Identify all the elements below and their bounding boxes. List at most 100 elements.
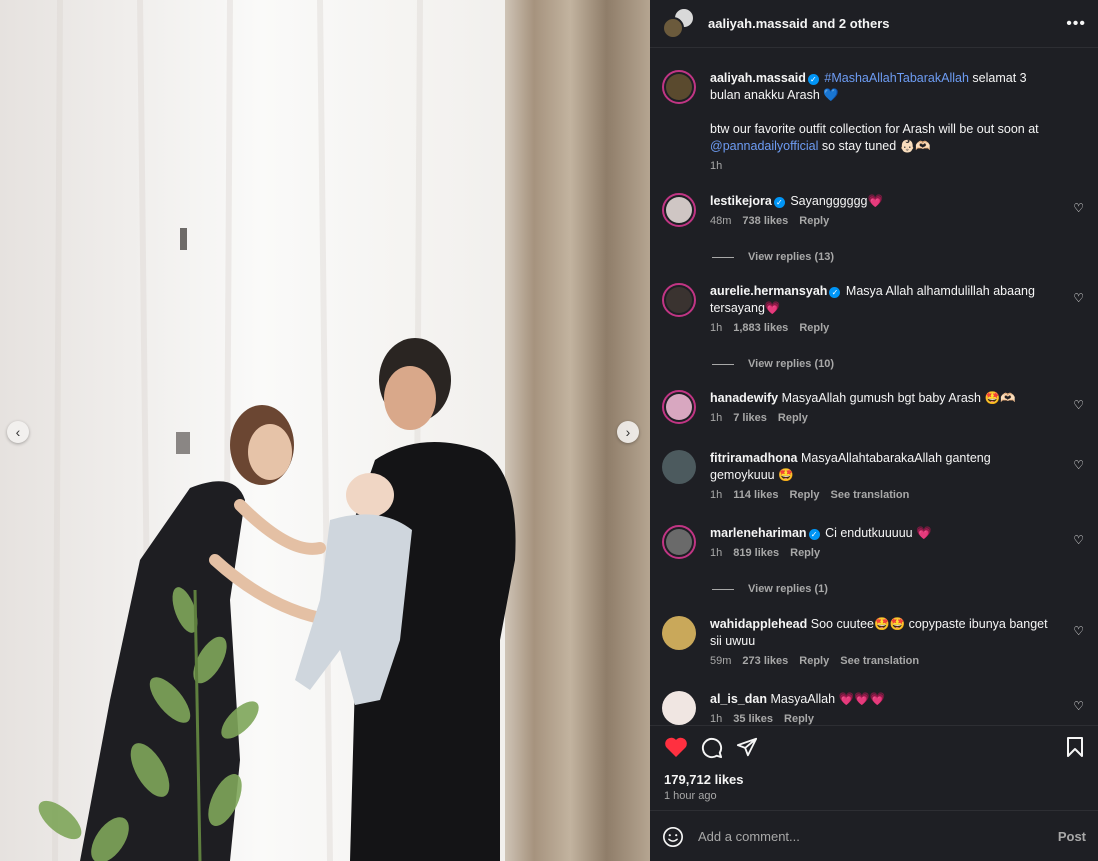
comment-time: 59m xyxy=(710,655,732,667)
comment-time: 1h xyxy=(710,547,723,559)
reply-button[interactable]: Reply xyxy=(799,655,829,667)
comment-item: lestikejora ✓ Sayangggggg💗 48m 738 likes Re… xyxy=(662,193,1086,227)
comment-likes[interactable]: 819 likes xyxy=(733,547,779,559)
see-translation-button[interactable]: See translation xyxy=(831,489,910,501)
avatar[interactable] xyxy=(662,616,696,650)
comment-item: hanadewify MasyaAllah gumush bgt baby Ar… xyxy=(662,390,1086,424)
avatar[interactable] xyxy=(662,525,696,559)
comment-item: wahidapplehead Soo cuutee🤩🤩 copypaste ib… xyxy=(662,616,1086,667)
caption-text-2: btw our favorite outfit collection for A… xyxy=(710,121,1048,155)
comment-time: 1h xyxy=(710,412,723,424)
heart-outline-icon[interactable]: ♡ xyxy=(1073,699,1084,713)
heart-filled-icon[interactable] xyxy=(664,736,688,758)
comment-likes[interactable]: 114 likes xyxy=(733,489,778,501)
post-comment-button[interactable]: Post xyxy=(1058,829,1086,844)
heart-outline-icon[interactable]: ♡ xyxy=(1073,624,1084,638)
see-translation-button[interactable]: See translation xyxy=(840,655,919,667)
post-time: 1 hour ago xyxy=(664,790,717,802)
heart-outline-icon[interactable]: ♡ xyxy=(1073,201,1084,215)
comment-likes[interactable]: 738 likes xyxy=(742,215,788,227)
family-photo-illustration xyxy=(0,0,650,861)
heart-outline-icon[interactable]: ♡ xyxy=(1073,398,1084,412)
comment-text: Sayangggggg💗 xyxy=(790,194,884,208)
bookmark-icon[interactable] xyxy=(1066,736,1084,758)
heart-outline-icon[interactable]: ♡ xyxy=(1073,291,1084,305)
comment-item: marlenehariman ✓ Ci endutkuuuuu 💗 1h 819 l… xyxy=(662,525,1086,559)
comment-likes[interactable]: 1,883 likes xyxy=(733,322,788,334)
hashtag-link[interactable]: #MashaAllahTabarakAllah xyxy=(824,71,969,85)
caption: aaliyah.massaid ✓ #MashaAllahTabarakAllah… xyxy=(662,70,1086,172)
reply-button[interactable]: Reply xyxy=(790,489,820,501)
post-author[interactable]: aaliyah.massaid xyxy=(708,16,808,31)
verified-badge-icon: ✓ xyxy=(829,287,841,298)
heart-outline-icon[interactable]: ♡ xyxy=(1073,458,1084,472)
avatar[interactable] xyxy=(662,691,696,725)
view-replies-label: View replies (1) xyxy=(748,583,828,595)
comment-username[interactable]: al_is_dan xyxy=(710,692,767,706)
likes-count[interactable]: 179,712 likes xyxy=(664,772,744,787)
comment-time: 1h xyxy=(710,713,723,725)
caption-text: aaliyah.massaid ✓ #MashaAllahTabarakAllah… xyxy=(710,70,1048,104)
mention-link[interactable]: @pannadailyofficial xyxy=(710,139,818,153)
comment-icon[interactable] xyxy=(700,736,723,759)
verified-badge-icon: ✓ xyxy=(808,529,820,540)
reply-button[interactable]: Reply xyxy=(790,547,820,559)
post-header: aaliyah.massaid and 2 others ••• xyxy=(650,0,1098,48)
caption-line: btw our favorite outfit collection for A… xyxy=(710,122,1039,136)
comment-username[interactable]: hanadewify xyxy=(710,391,778,405)
comment-text: MasyaAllah 💗💗💗 xyxy=(770,692,886,706)
post-side-panel: aaliyah.massaid and 2 others ••• aaliyah… xyxy=(650,0,1098,861)
caption-meta: 1h xyxy=(710,160,1048,172)
avatar[interactable] xyxy=(662,450,696,484)
comment-item: al_is_dan MasyaAllah 💗💗💗 1h 35 likes Reply… xyxy=(662,691,1086,725)
verified-badge-icon: ✓ xyxy=(807,74,819,85)
avatar[interactable] xyxy=(662,70,696,104)
comment-username[interactable]: lestikejora xyxy=(710,194,772,208)
add-comment-bar: Post xyxy=(650,810,1098,861)
reply-button[interactable]: Reply xyxy=(799,215,829,227)
post-modal: ‹ › aaliyah.massaid and 2 others ••• aal… xyxy=(0,0,1098,861)
comment-likes[interactable]: 35 likes xyxy=(733,713,773,725)
post-actions: 179,712 likes 1 hour ago Post xyxy=(650,725,1098,861)
view-replies-label: View replies (13) xyxy=(748,251,835,263)
comment-item: fitriramadhona MasyaAllahtabarakaAllah g… xyxy=(662,450,1086,501)
avatar[interactable] xyxy=(662,283,696,317)
comment-username[interactable]: wahidapplehead xyxy=(710,617,807,631)
reply-button[interactable]: Reply xyxy=(778,412,808,424)
caption-time: 1h xyxy=(710,160,723,172)
avatar[interactable] xyxy=(662,193,696,227)
reply-button[interactable]: Reply xyxy=(799,322,829,334)
comment-time: 48m xyxy=(710,215,732,227)
comment-item: aurelie.hermansyah ✓ Masya Allah alhamdul… xyxy=(662,283,1086,334)
comment-time: 1h xyxy=(710,322,723,334)
comment-likes[interactable]: 273 likes xyxy=(742,655,788,667)
comment-username[interactable]: fitriramadhona xyxy=(710,451,798,465)
collaborators-link[interactable]: and 2 others xyxy=(812,16,889,31)
caption-line: so stay tuned 👶🏻🫶🏻 xyxy=(821,139,931,153)
view-replies-label: View replies (10) xyxy=(748,358,835,370)
reply-button[interactable]: Reply xyxy=(784,713,814,725)
comment-time: 1h xyxy=(710,489,723,501)
comment-likes[interactable]: 7 likes xyxy=(733,412,767,424)
send-icon[interactable] xyxy=(736,736,758,758)
post-photo[interactable]: ‹ › xyxy=(0,0,650,861)
comment-username[interactable]: marlenehariman xyxy=(710,526,807,540)
comment-text: Ci endutkuuuuu 💗 xyxy=(825,526,932,540)
avatar[interactable] xyxy=(662,390,696,424)
chevron-right-icon[interactable]: › xyxy=(617,421,639,443)
view-replies-button[interactable]: View replies (10) xyxy=(712,358,834,370)
more-horizontal-icon[interactable]: ••• xyxy=(1066,15,1086,33)
caption-username[interactable]: aaliyah.massaid xyxy=(710,71,806,85)
view-replies-button[interactable]: View replies (1) xyxy=(712,583,828,595)
heart-outline-icon[interactable]: ♡ xyxy=(1073,533,1084,547)
comment-input[interactable] xyxy=(698,829,1058,844)
view-replies-button[interactable]: View replies (13) xyxy=(712,251,834,263)
avatar xyxy=(662,16,684,39)
chevron-left-icon[interactable]: ‹ xyxy=(7,421,29,443)
comment-text: MasyaAllah gumush bgt baby Arash 🤩🫶🏻 xyxy=(781,391,1016,405)
emoji-icon[interactable] xyxy=(662,826,684,848)
comment-username[interactable]: aurelie.hermansyah xyxy=(710,284,827,298)
verified-badge-icon: ✓ xyxy=(773,197,785,208)
comments-list[interactable]: aaliyah.massaid ✓ #MashaAllahTabarakAllah… xyxy=(650,48,1098,725)
collab-avatars[interactable] xyxy=(662,6,696,41)
